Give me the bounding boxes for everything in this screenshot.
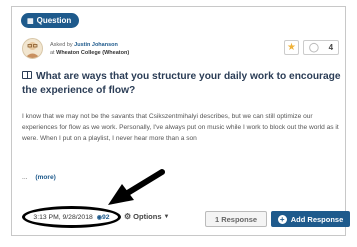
views-value: 92 — [102, 213, 110, 221]
star-button[interactable]: ★ — [284, 40, 299, 55]
question-title-text: What are ways that you structure your da… — [22, 71, 341, 96]
question-icon: ▦ — [27, 17, 34, 25]
lightbulb-button[interactable]: ◯ 4 — [303, 40, 339, 55]
asked-at: at — [50, 50, 55, 56]
star-icon: ★ — [287, 42, 296, 53]
more-row: ... (more) — [22, 174, 56, 181]
options-label: Options — [133, 212, 162, 221]
question-body: I know that we may not be the savants th… — [22, 113, 339, 142]
view-count: ◉92 — [97, 214, 110, 221]
book-icon — [22, 71, 32, 79]
avatar[interactable] — [22, 38, 43, 59]
lightbulb-icon: ◯ — [308, 42, 319, 52]
plus-icon: + — [277, 214, 287, 224]
asked-by-info: Asked by Justin Johanson at Wheaton Coll… — [50, 41, 129, 57]
timestamp: 3:13 PM, 9/28/2018 — [33, 213, 93, 221]
asked-prefix: Asked by — [50, 42, 73, 48]
question-title: What are ways that you structure your da… — [22, 70, 342, 98]
add-response-label: Add Response — [290, 214, 344, 224]
add-response-button[interactable]: + Add Response — [271, 211, 350, 227]
question-card: ▦ Question Asked by Justin Johanson at W… — [11, 6, 350, 236]
arrow-annotation — [108, 169, 165, 205]
meta-info: 3:13 PM, 9/28/2018 ◉92 — [22, 206, 121, 228]
question-badge: ▦ Question — [21, 13, 80, 28]
lightbulb-count: 4 — [328, 43, 334, 52]
options-menu[interactable]: ⚙ Options ▼ — [124, 212, 169, 221]
badge-label: Question — [36, 16, 72, 25]
gear-icon: ⚙ — [124, 212, 132, 221]
asker-school: Wheaton College (Wheaton) — [56, 50, 130, 56]
chevron-down-icon: ▼ — [163, 213, 170, 220]
response-count-button[interactable]: 1 Response — [205, 211, 267, 227]
asker-name[interactable]: Justin Johanson — [74, 42, 118, 48]
more-link[interactable]: (more) — [35, 174, 56, 181]
ellipsis: ... — [22, 174, 28, 181]
